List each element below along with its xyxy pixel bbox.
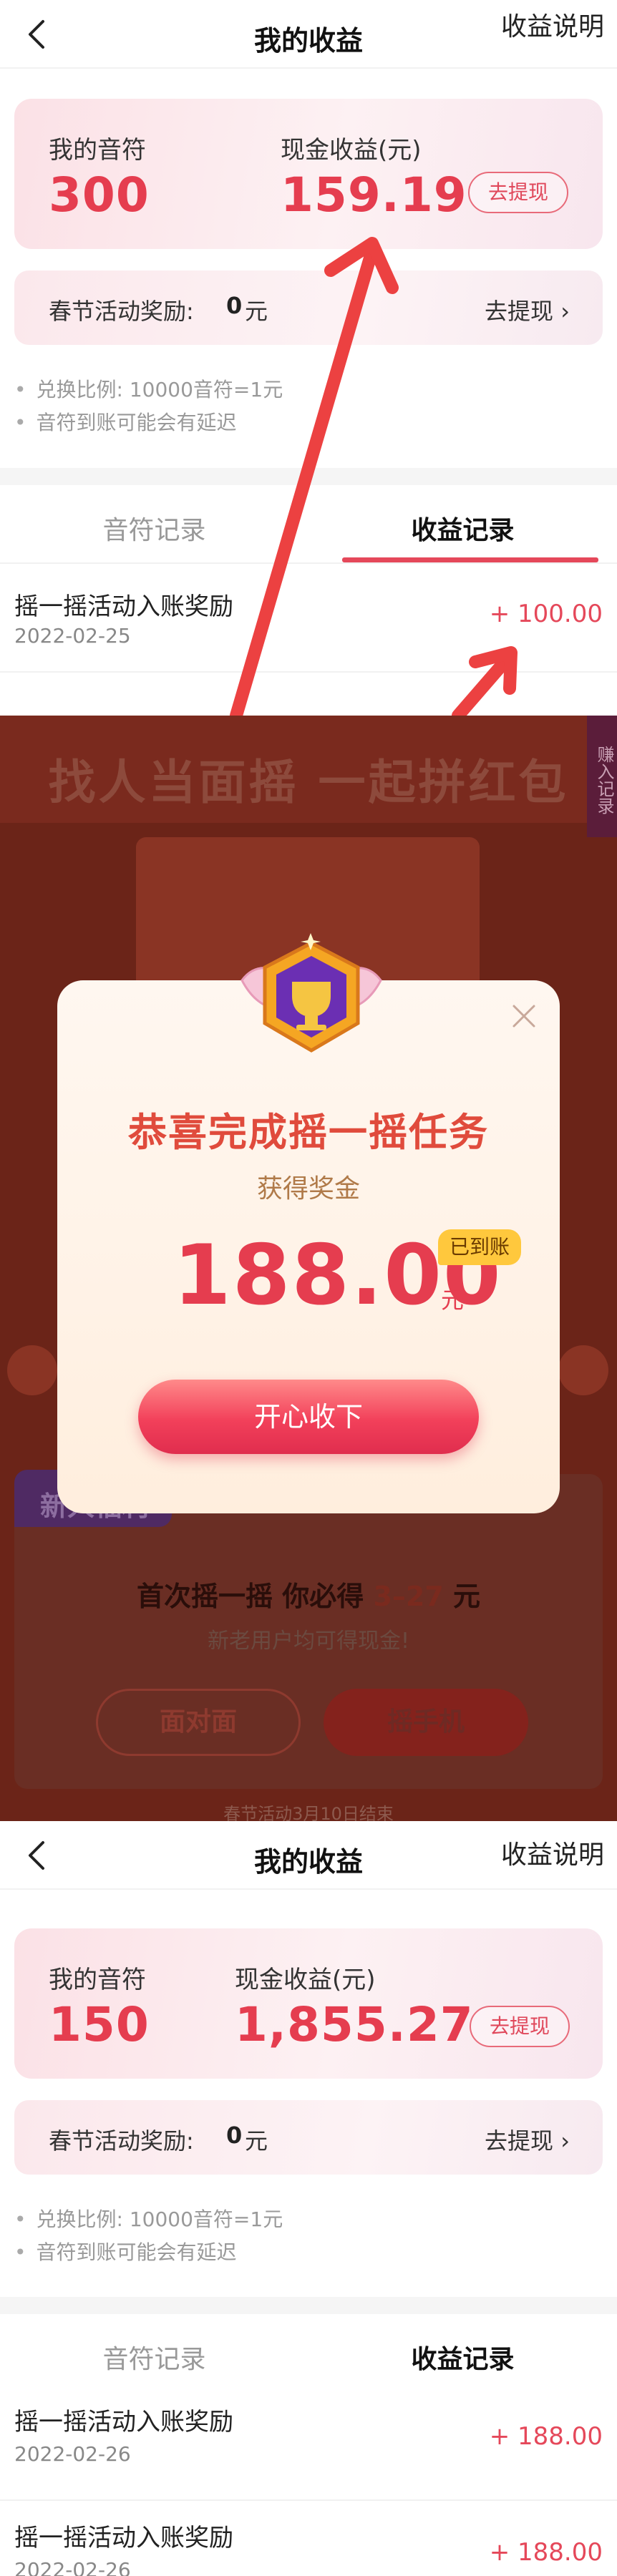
- side-record-tab[interactable]: 赚入记录: [587, 716, 617, 837]
- close-icon[interactable]: [508, 1000, 540, 1032]
- headline-range: 3–27: [373, 1581, 444, 1612]
- newbie-subline: 新老用户均可得现金!: [207, 1629, 410, 1654]
- earnings-explain-link[interactable]: 收益说明: [501, 6, 604, 43]
- withdraw-button[interactable]: 去提现: [470, 2006, 570, 2047]
- list-item: 摇一摇活动入账奖励 2022-02-26 + 188.00: [0, 2386, 617, 2501]
- bonus-value: 0: [226, 292, 243, 319]
- side-decoration: [558, 1345, 608, 1395]
- earnings-screen-after: 我的收益 收益说明 我的音符 150 现金收益(元) 1,855.27 去提现 …: [0, 1821, 617, 2576]
- bonus-unit: 元: [245, 298, 268, 325]
- record-amount: + 100.00: [489, 600, 603, 628]
- tab-earnings-record[interactable]: 收益记录: [308, 509, 617, 547]
- bonus-withdraw-link[interactable]: 去提现 ›: [485, 293, 570, 326]
- side-decoration: [7, 1345, 57, 1395]
- divider: [0, 468, 617, 485]
- tab-earnings-record[interactable]: 收益记录: [308, 2338, 617, 2376]
- top-nav: 我的收益 收益说明: [0, 0, 617, 69]
- newbie-headline: 首次摇一摇 你必得 3–27 元: [14, 1574, 603, 1614]
- credited-badge: 已到账: [438, 1229, 521, 1265]
- notes-label: 我的音符: [49, 1966, 146, 1994]
- record-amount: + 188.00: [489, 2538, 603, 2567]
- bonus-label: 春节活动奖励:: [49, 2127, 194, 2155]
- note-item: 音符到账可能会有延迟: [14, 2236, 283, 2269]
- divider: [0, 2297, 617, 2314]
- active-tab-underline: [342, 557, 598, 562]
- shake-phone-button[interactable]: 摇手机: [324, 1689, 528, 1756]
- record-tabs: 音符记录 收益记录: [0, 485, 617, 564]
- newbie-card: 新人福利 首次摇一摇 你必得 3–27 元 新老用户均可得现金! 面对面 摇手机: [14, 1470, 603, 1789]
- record-title: 摇一摇活动入账奖励: [14, 2408, 233, 2436]
- activity-footer: 春节活动3月10日结束: [223, 1804, 394, 1821]
- record-title: 摇一摇活动入账奖励: [14, 592, 233, 621]
- accept-button[interactable]: 开心收下: [138, 1380, 479, 1454]
- record-date: 2022-02-25: [14, 624, 131, 648]
- list-item: 摇一摇活动入账奖励 2022-02-26 + 188.00: [0, 2502, 617, 2576]
- reward-popup-screen: 找人当面摇 一起拼红包 赚入记录 新人福利 首次摇一摇 你必得 3–27 元 新…: [0, 716, 617, 1821]
- note-item: 音符到账可能会有延迟: [14, 406, 283, 439]
- headline-prefix: 首次摇一摇 你必得: [136, 1581, 374, 1612]
- bonus-value: 0: [226, 2122, 243, 2149]
- trophy-icon: [241, 933, 382, 1053]
- record-date: 2022-02-26: [14, 2442, 131, 2466]
- record-title: 摇一摇活动入账奖励: [14, 2524, 233, 2552]
- bonus-withdraw-link[interactable]: 去提现 ›: [485, 2123, 570, 2156]
- record-tabs: 音符记录 收益记录: [0, 2314, 617, 2393]
- withdraw-button[interactable]: 去提现: [468, 172, 568, 213]
- list-item: 摇一摇活动入账奖励 2022-02-25 + 100.00: [0, 565, 617, 673]
- earnings-explain-link[interactable]: 收益说明: [501, 1834, 604, 1871]
- note-item: 兑换比例: 10000音符=1元: [14, 2203, 283, 2236]
- notes-value: 150: [49, 1997, 150, 2052]
- note-item: 兑换比例: 10000音符=1元: [14, 374, 283, 406]
- tab-notes-record[interactable]: 音符记录: [0, 2338, 308, 2376]
- record-date: 2022-02-26: [14, 2558, 131, 2576]
- reward-unit: 元: [441, 1287, 465, 1314]
- tab-notes-record[interactable]: 音符记录: [0, 509, 308, 547]
- spring-bonus-bar: 春节活动奖励: 0 元 去提现 ›: [14, 2100, 603, 2175]
- earnings-screen-before: 我的收益 收益说明 我的音符 300 现金收益(元) 159.19 去提现 春节…: [0, 0, 617, 716]
- record-amount: + 188.00: [489, 2422, 603, 2451]
- spring-bonus-bar: 春节活动奖励: 0 元 去提现 ›: [14, 270, 603, 345]
- cash-label: 现金收益(元): [235, 1966, 376, 1994]
- top-nav: 我的收益 收益说明: [0, 1821, 617, 1890]
- bonus-label: 春节活动奖励:: [49, 298, 194, 325]
- activity-banner-title: 找人当面摇 一起拼红包: [48, 755, 569, 810]
- face-to-face-button[interactable]: 面对面: [96, 1689, 301, 1756]
- bonus-unit: 元: [245, 2127, 268, 2155]
- cash-value: 1,855.27: [235, 1997, 474, 2052]
- notes-value: 300: [49, 167, 150, 223]
- modal-title: 恭喜完成摇一摇任务: [128, 1110, 489, 1155]
- balance-card: 我的音符 150 现金收益(元) 1,855.27 去提现: [14, 1928, 603, 2079]
- cash-label: 现金收益(元): [281, 136, 422, 165]
- modal-subtitle: 获得奖金: [256, 1174, 360, 1204]
- notes-list: 兑换比例: 10000音符=1元 音符到账可能会有延迟: [14, 374, 283, 439]
- notes-list: 兑换比例: 10000音符=1元 音符到账可能会有延迟: [14, 2203, 283, 2269]
- cash-value: 159.19: [281, 167, 467, 223]
- balance-card: 我的音符 300 现金收益(元) 159.19 去提现: [14, 99, 603, 249]
- headline-suffix: 元: [443, 1581, 481, 1612]
- notes-label: 我的音符: [49, 136, 146, 165]
